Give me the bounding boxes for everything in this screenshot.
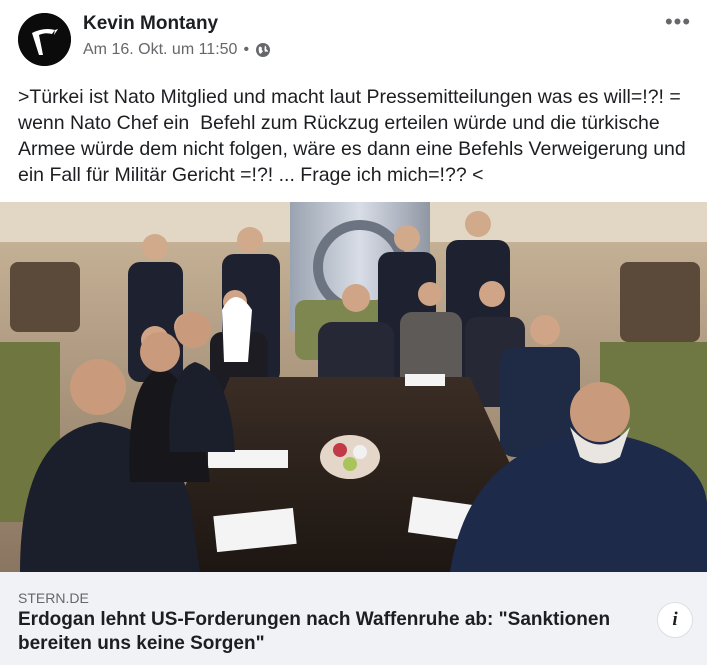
avatar-logo-icon [18,13,71,66]
link-preview[interactable]: STERN.DE Erdogan lehnt US-Forderungen na… [0,572,707,665]
post-timestamp[interactable]: Am 16. Okt. um 11:50 [83,41,237,59]
link-headline[interactable]: Erdogan lehnt US-Forderungen nach Waffen… [18,608,638,656]
info-icon[interactable]: i [657,602,693,638]
globe-icon[interactable] [255,42,271,58]
photo-illustration [0,202,707,572]
link-domain: STERN.DE [18,590,89,606]
meta-separator: • [243,41,250,58]
facebook-post: Kevin Montany Am 16. Okt. um 11:50 • •••… [0,0,707,665]
post-photo[interactable] [0,202,707,572]
post-text: >Türkei ist Nato Mitglied und macht laut… [18,86,692,186]
avatar[interactable] [18,13,71,66]
more-dots-icon[interactable]: ••• [663,9,693,34]
post-meta: Am 16. Okt. um 11:50 • [83,41,271,59]
author-name[interactable]: Kevin Montany [83,13,218,35]
